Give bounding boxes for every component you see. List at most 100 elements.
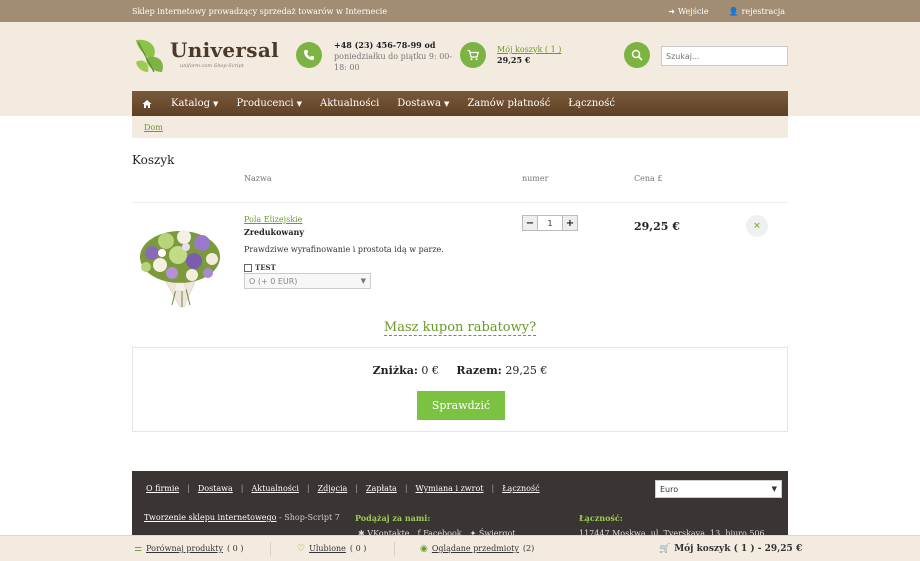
nav-item-dostawa[interactable]: Dostawa ▼ <box>388 98 458 109</box>
cart-item-details: Pola Elizejskie Zredukowany Prawdziwe wy… <box>244 214 444 274</box>
product-subtitle: Zredukowany <box>244 227 304 237</box>
currency-value: Euro <box>660 484 679 494</box>
nav-item-zamow-platnosc[interactable]: Zamów płatność <box>458 98 559 109</box>
phone-number: +48 (23) 456-78-99 od <box>334 40 436 50</box>
column-header-name: Nazwa <box>244 174 272 183</box>
summary-totals: Zniżka: 0 € Razem: 29,25 € <box>133 364 787 377</box>
login-link[interactable]: ➜ Wejście <box>668 7 708 16</box>
breadcrumb: Dom <box>132 116 788 138</box>
eye-icon: ◉ <box>420 543 428 554</box>
search-button[interactable] <box>624 42 650 68</box>
logo-tagline: uniform.com Shop-Script <box>180 63 244 69</box>
search-input[interactable] <box>661 46 788 66</box>
chevron-down-icon: ▼ <box>360 277 366 285</box>
option-checkbox[interactable] <box>244 264 252 272</box>
close-icon: × <box>753 221 761 231</box>
opening-hours: poniedziałku do piątku 9: 00-18: 00 <box>334 52 453 72</box>
quantity-decrease-button[interactable]: − <box>522 215 538 231</box>
logo-name: Universal <box>170 38 279 62</box>
register-link[interactable]: 👤 rejestracja <box>729 7 785 16</box>
nav-item-aktualnosci[interactable]: Aktualności <box>311 98 388 109</box>
my-cart-link[interactable]: Mój koszyk ( 1 ) <box>497 44 561 55</box>
login-label: Wejście <box>677 6 709 16</box>
footer-link-wymiana[interactable]: Wymiana i zwrot <box>416 484 484 493</box>
footer-link-o-firmie[interactable]: O firmie <box>146 484 179 493</box>
viewed-link[interactable]: Oglądane przedmioty <box>432 544 519 553</box>
product-name-link[interactable]: Pola Elizejskie <box>244 214 444 226</box>
register-label: rejestracja <box>741 6 785 16</box>
phone-button[interactable] <box>296 42 322 68</box>
nav-label: Producenci <box>236 98 294 109</box>
heart-icon: ♡ <box>297 543 306 554</box>
site-tagline: Sklep internetowy prowadzący sprzedaż to… <box>132 6 388 16</box>
home-nav-button[interactable] <box>132 99 162 109</box>
compare-products[interactable]: ⚌ Porównaj produkty ( 0 ) <box>134 544 243 554</box>
table-divider <box>132 202 788 203</box>
coupon-section: Masz kupon rabatowy? <box>0 320 920 336</box>
favorites-count: ( 0 ) <box>349 544 367 553</box>
footer-link-dostawa[interactable]: Dostawa <box>198 484 233 493</box>
quantity-increase-button[interactable]: + <box>562 215 578 231</box>
made-by-suffix: - Shop-Script 7 <box>279 513 340 522</box>
nav-item-producenci[interactable]: Producenci ▼ <box>227 98 311 109</box>
leaf-logo-icon <box>136 39 163 73</box>
total-label: Razem: <box>456 364 502 377</box>
column-header-price: Cena £ <box>634 174 663 183</box>
nav-label: Katalog <box>171 98 211 109</box>
phone-icon <box>304 50 314 60</box>
cart-amount: 29,25 € <box>497 55 531 65</box>
breadcrumb-home-link[interactable]: Dom <box>144 123 163 132</box>
viewed-items[interactable]: ◉ Oglądane przedmioty (2) <box>420 544 534 554</box>
nav-item-lacznosc[interactable]: Łączność <box>559 98 624 109</box>
top-bar: Sklep internetowy prowadzący sprzedaż to… <box>0 0 920 22</box>
page-title: Koszyk <box>132 153 175 167</box>
discount-value: 0 € <box>421 364 439 377</box>
nav-label: Dostawa <box>397 98 441 109</box>
cart-button[interactable] <box>460 42 486 68</box>
viewed-count: (2) <box>522 544 535 553</box>
made-by-link[interactable]: Tworzenie sklepu internetowego <box>144 513 276 522</box>
checkout-button[interactable]: Sprawdzić <box>417 391 505 420</box>
main-nav: Katalog ▼ Producenci ▼ Aktualności Dostawa… <box>132 91 788 116</box>
bottom-bar: ⚌ Porównaj produkty ( 0 ) ♡ Ulubione ( 0… <box>0 535 920 561</box>
contact-info: +48 (23) 456-78-99 od poniedziałku do pi… <box>334 40 459 73</box>
footer-link-aktualnosci[interactable]: Aktualności <box>251 484 298 493</box>
quantity-input[interactable]: 1 <box>538 215 562 231</box>
order-summary: Zniżka: 0 € Razem: 29,25 € Sprawdzić <box>132 347 788 432</box>
product-description: Prawdziwe wyrafinowanie i prostota idą w… <box>244 245 444 254</box>
user-plus-icon: 👤 <box>728 6 739 16</box>
nav-label: Łączność <box>568 98 616 109</box>
header: Universal uniform.com Shop-Script +48 (2… <box>0 22 920 91</box>
coupon-link[interactable]: Masz kupon rabatowy? <box>383 320 537 336</box>
compare-link[interactable]: Porównaj produkty <box>146 544 223 553</box>
footer-links: O firmie | Dostawa | Aktualności | Zdjęcia |… <box>146 484 540 493</box>
footer-link-zaplata[interactable]: Zapłata <box>366 484 397 493</box>
option-select[interactable]: O (+ 0 EUR) ▼ <box>244 273 371 289</box>
follow-us-heading: Podążaj za nami: <box>355 513 431 523</box>
currency-select[interactable]: Euro ▼ <box>655 480 782 498</box>
column-header-quantity: numer <box>522 174 549 183</box>
chevron-down-icon: ▼ <box>443 99 450 108</box>
home-icon <box>142 99 152 108</box>
footer: O firmie | Dostawa | Aktualności | Zdjęcia |… <box>132 471 788 541</box>
option-select-value: O (+ 0 EUR) <box>249 276 298 286</box>
header-cart: Mój koszyk ( 1 ) 29,25 € <box>497 44 561 66</box>
remove-item-button[interactable]: × <box>746 215 768 237</box>
favorites[interactable]: ♡ Ulubione ( 0 ) <box>297 544 366 554</box>
cart-icon: 🛒 <box>659 543 671 554</box>
item-price: 29,25 € <box>634 220 680 233</box>
nav-label: Aktualności <box>319 98 380 109</box>
footer-link-lacznosc[interactable]: Łączność <box>502 484 539 493</box>
footer-link-zdjecia[interactable]: Zdjęcia <box>318 484 348 493</box>
bottom-cart[interactable]: 🛒 Mój koszyk ( 1 ) - 29,25 € <box>659 544 802 554</box>
sign-in-icon: ➜ <box>668 6 675 16</box>
account-links: ➜ Wejście 👤 rejestracja <box>668 7 785 16</box>
search-icon <box>631 49 643 61</box>
made-by: Tworzenie sklepu internetowego - Shop-Sc… <box>144 513 340 522</box>
chevron-down-icon: ▼ <box>771 485 777 493</box>
cart-icon <box>467 49 479 61</box>
site-logo[interactable]: Universal uniform.com Shop-Script <box>132 36 279 76</box>
nav-item-katalog[interactable]: Katalog ▼ <box>162 98 227 109</box>
favorites-link[interactable]: Ulubione <box>309 544 346 553</box>
product-image[interactable] <box>132 213 228 309</box>
